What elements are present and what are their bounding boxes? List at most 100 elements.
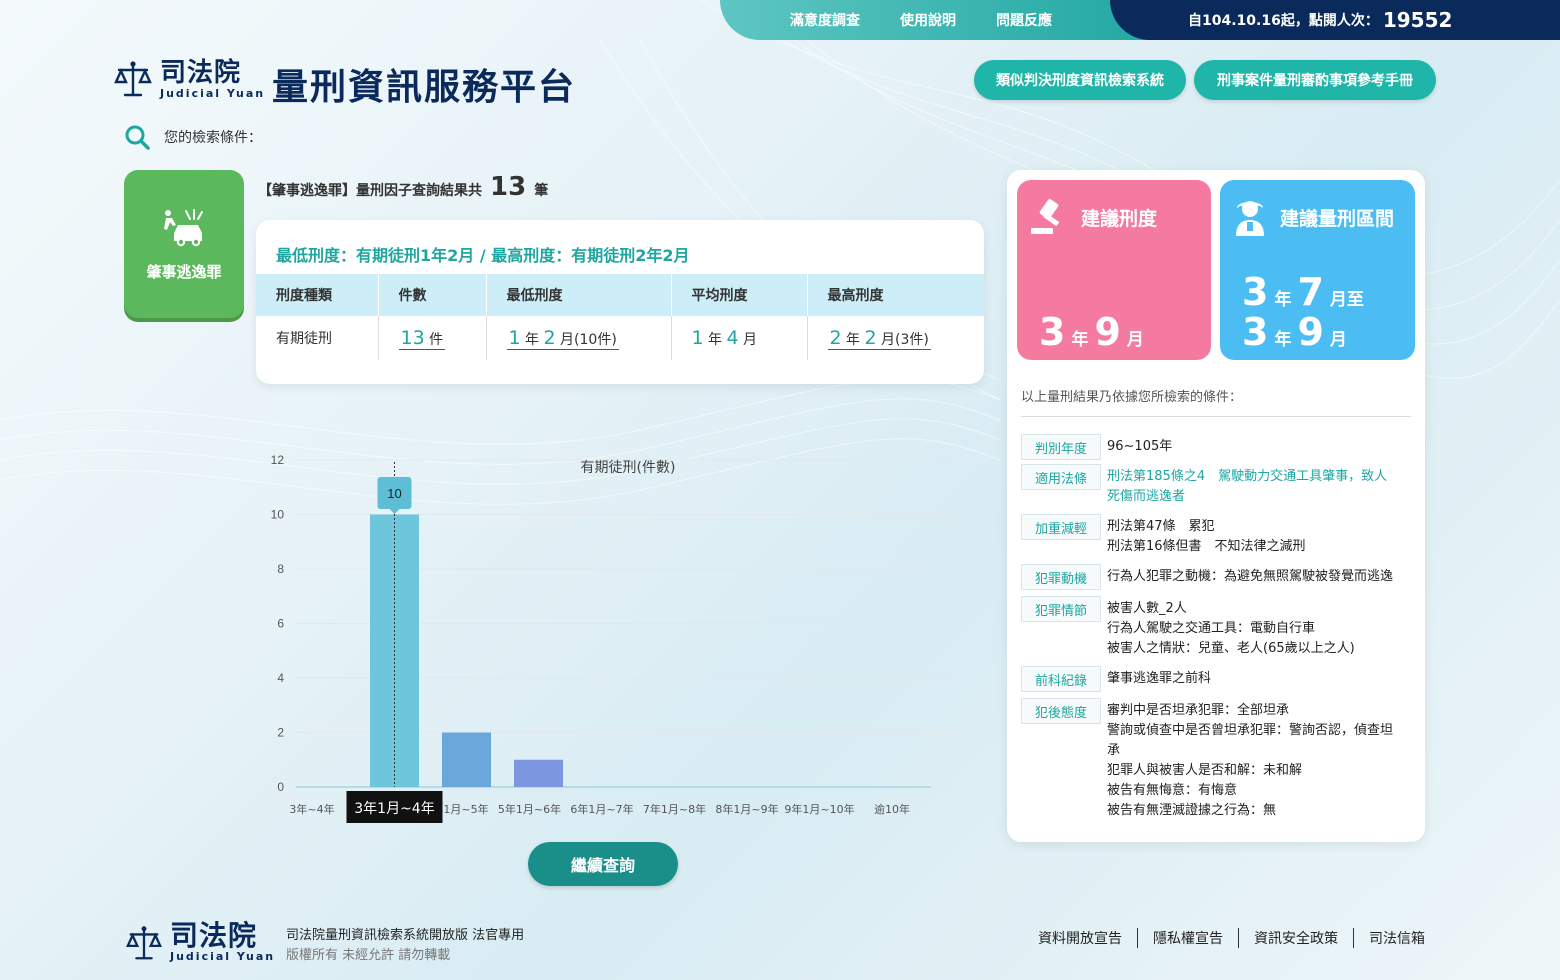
recommended-range-label: 建議量刑區間 xyxy=(1280,207,1395,230)
recommended-range-card: 建議量刑區間 3 年 7 月至 3年9月 xyxy=(1220,180,1415,360)
continue-search-button[interactable]: 繼續查詢 xyxy=(528,842,678,886)
visitor-count: 19552 xyxy=(1382,8,1453,32)
security-policy-link[interactable]: 資訊安全政策 xyxy=(1254,928,1338,948)
user-guide-link[interactable]: 使用說明 xyxy=(900,10,956,30)
range-from-value: 3 年 7 月至 xyxy=(1242,270,1370,314)
condition-row: 犯罪情節 被害人數_2人 行為人駕駛之交通工具：電動自行車 被害人之情狀：兒童、老人(… xyxy=(1021,596,1407,659)
condition-tag: 適用法條 xyxy=(1021,464,1101,490)
basis-divider xyxy=(1021,416,1411,417)
sentencing-manual-button[interactable]: 刑事案件量刑審酌事項參考手冊 xyxy=(1194,60,1436,100)
condition-text: 肇事逃逸罪之前科 xyxy=(1107,666,1407,692)
condition-line: 承 xyxy=(1107,743,1121,758)
cell-sentence-type: 有期徒刑 xyxy=(256,316,379,360)
cell-case-count[interactable]: 13 件 xyxy=(378,316,487,360)
range-to-text: 月至 xyxy=(1329,290,1364,310)
rec-years: 3 xyxy=(1039,310,1066,354)
footer-separator xyxy=(1137,928,1138,948)
condition-line: 96~105年 xyxy=(1107,439,1173,454)
condition-tag: 犯罪動機 xyxy=(1021,564,1101,590)
footer-separator xyxy=(1238,928,1239,948)
recommendation-panel: 建議刑度 3年9月 建議量刑區間 3 年 7 月至 3年9月 以上量刑結果乃依據您所檢… xyxy=(1007,170,1425,842)
search-conditions: 您的檢索條件： xyxy=(124,124,262,150)
scales-of-justice-icon xyxy=(126,925,162,959)
condition-line: 刑法第47條 累犯 xyxy=(1107,519,1215,534)
max-years: 2 xyxy=(829,327,842,349)
condition-tag: 犯後態度 xyxy=(1021,698,1101,724)
y-tick-label: 8 xyxy=(277,562,284,576)
condition-row: 犯罪動機 行為人犯罪之動機：為避免無照駕駛被發覺而逃逸 xyxy=(1021,564,1407,590)
cell-max-sentence[interactable]: 2 年 2 月(3件) xyxy=(807,316,984,360)
condition-tag: 犯罪情節 xyxy=(1021,596,1101,622)
condition-line: 行為人駕駛之交通工具：電動自行車 xyxy=(1107,621,1316,636)
top-nav-links: 滿意度調查 使用說明 問題反應 xyxy=(790,10,1052,30)
crime-type-card[interactable]: 肇事逃逸罪 xyxy=(124,170,244,318)
condition-tag: 判別年度 xyxy=(1021,434,1101,460)
range-from-year-unit: 年 xyxy=(1274,290,1292,310)
footer-logo-en: Judicial Yuan xyxy=(170,950,276,963)
cell-min-sentence[interactable]: 1 年 2 月(10件) xyxy=(486,316,672,360)
judge-icon xyxy=(1236,201,1264,236)
table-row: 有期徒刑 13 件 1 年 2 月(10件) 1 年 4 月 2 年 2 月(3… xyxy=(256,316,984,360)
logo-en: Judicial Yuan xyxy=(160,86,266,100)
condition-row: 犯後態度 審判中是否坦承犯罪：全部坦承警詢或偵查中是否曾坦承犯罪：警詢否認，偵查坦… xyxy=(1021,698,1407,821)
condition-text: 行為人犯罪之動機：為避免無照駕駛被發覺而逃逸 xyxy=(1107,564,1407,590)
min-months: 2 xyxy=(543,327,556,349)
search-icon xyxy=(125,125,150,150)
footer-separator xyxy=(1353,928,1354,948)
similar-judgment-search-button[interactable]: 類似判決刑度資訊檢索系統 xyxy=(974,60,1186,100)
privacy-link[interactable]: 隱私權宣告 xyxy=(1153,928,1223,948)
condition-text: 審判中是否坦承犯罪：全部坦承 警詢或偵查中是否曾坦承犯罪：警詢否認，偵查坦承犯罪人… xyxy=(1107,698,1407,821)
crime-type-label: 肇事逃逸罪 xyxy=(146,262,222,281)
basis-title: 以上量刑結果乃依據您所檢索的條件： xyxy=(1021,390,1243,405)
col-max-sentence: 最高刑度 xyxy=(807,274,984,316)
footer-copyright: 版權所有 未經允許 請勿轉載 xyxy=(286,948,451,963)
min-cases: 月(10件) xyxy=(560,332,617,348)
scales-of-justice-icon xyxy=(114,61,152,97)
feedback-link[interactable]: 問題反應 xyxy=(996,10,1052,30)
tooltip-value: 10 xyxy=(387,486,401,501)
condition-line: 警詢或偵查中是否曾坦承犯罪：警詢否認，偵查坦 xyxy=(1107,723,1394,738)
condition-row: 判別年度 96~105年 xyxy=(1021,434,1407,460)
range-to-value: 3年9月 xyxy=(1242,310,1353,354)
case-count-unit: 件 xyxy=(429,332,444,348)
mailbox-link[interactable]: 司法信箱 xyxy=(1369,928,1425,948)
x-tick-label: 7年1月~8年 xyxy=(643,802,706,816)
condition-tag: 前科紀錄 xyxy=(1021,666,1101,692)
sentence-summary-panel: 最低刑度：有期徒刑1年2月 / 最高刑度：有期徒刑2年2月 刑度種類 件數 最低… xyxy=(256,220,984,384)
y-tick-label: 12 xyxy=(271,453,285,467)
condition-line: 被害人之情狀：兒童、老人(65歲以上之人) xyxy=(1107,641,1355,656)
sentence-summary-table: 刑度種類 件數 最低刑度 平均刑度 最高刑度 有期徒刑 13 件 1 年 2 月… xyxy=(256,274,984,360)
judicial-yuan-logo[interactable]: 司法院 Judicial Yuan xyxy=(112,58,265,100)
site-title: 量刑資訊服務平台 xyxy=(272,67,577,108)
range-to-years: 3 xyxy=(1242,310,1269,354)
col-min-sentence: 最低刑度 xyxy=(486,274,672,316)
footer-logo-zh: 司法院 xyxy=(170,919,258,952)
condition-line: 肇事逃逸罪之前科 xyxy=(1107,671,1212,686)
satisfaction-survey-link[interactable]: 滿意度調查 xyxy=(790,10,860,30)
gavel-icon xyxy=(1031,198,1060,234)
open-data-link[interactable]: 資料開放宣告 xyxy=(1038,928,1122,948)
footer-system-line: 司法院量刑資訊檢索系統開放版 法官專用 xyxy=(286,928,525,943)
rec-months: 9 xyxy=(1094,310,1121,354)
result-prefix: 【肇事逃逸罪】量刑因子查詢結果共 xyxy=(258,183,482,199)
condition-line: 審判中是否坦承犯罪：全部坦承 xyxy=(1107,703,1290,718)
avg-month-unit: 月 xyxy=(743,332,758,348)
col-sentence-type: 刑度種類 xyxy=(256,274,379,316)
footer-logo[interactable]: 司法院 Judicial Yuan xyxy=(124,922,275,963)
y-tick-label: 2 xyxy=(277,726,284,740)
hit-and-run-icon xyxy=(164,208,203,246)
condition-text[interactable]: 刑法第185條之4 駕駛動力交通工具肇事，致人 死傷而逃逸者 xyxy=(1107,464,1407,507)
tooltip-pointer xyxy=(389,509,400,514)
x-tick-label: 9年1月~10年 xyxy=(784,802,854,816)
x-tick-label: 5年1月~6年 xyxy=(498,802,561,816)
condition-tag: 加重減輕 xyxy=(1021,514,1101,540)
recommended-sentence-label: 建議刑度 xyxy=(1081,207,1158,230)
recommended-sentence-card: 建議刑度 3年9月 xyxy=(1017,180,1211,360)
range-to-month-unit: 月 xyxy=(1329,330,1347,350)
chart-bar xyxy=(442,732,491,787)
min-year-unit: 年 xyxy=(525,332,540,348)
rec-year-unit: 年 xyxy=(1071,330,1089,350)
condition-text: 被害人數_2人 行為人駕駛之交通工具：電動自行車 被害人之情狀：兒童、老人(65歲以… xyxy=(1107,596,1407,659)
condition-line: 行為人犯罪之動機：為避免無照駕駛被發覺而逃逸 xyxy=(1107,569,1394,584)
y-tick-label: 0 xyxy=(277,780,284,794)
